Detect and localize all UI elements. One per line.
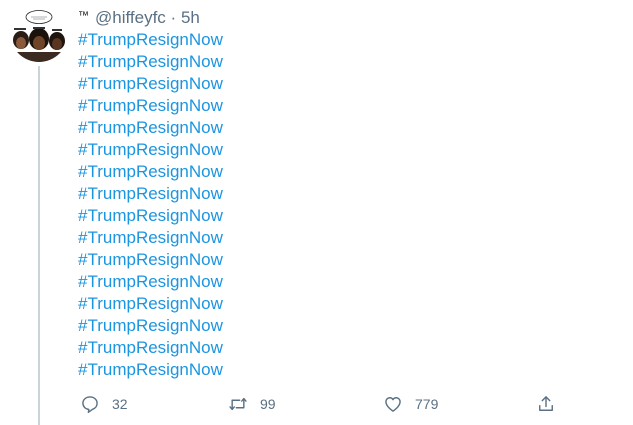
hashtag-link[interactable]: #TrumpResignNow [78, 183, 223, 205]
share-icon [539, 396, 553, 411]
retweet-button[interactable]: 99 [228, 392, 276, 416]
avatar-illustration [12, 10, 66, 62]
thread-line [38, 66, 40, 425]
heart-icon [385, 397, 401, 412]
hashtag-link[interactable]: #TrumpResignNow [78, 293, 223, 315]
header-separator: · [170, 8, 177, 27]
like-count: 779 [415, 396, 439, 412]
hashtag-link[interactable]: #TrumpResignNow [78, 95, 223, 117]
retweet-icon [229, 397, 247, 411]
tweet-header: ™ @hiffeyfc · 5h [78, 5, 200, 29]
hashtag-link[interactable]: #TrumpResignNow [78, 337, 223, 359]
tweet-text: #TrumpResignNow #TrumpResignNow #TrumpRe… [78, 29, 223, 381]
reply-button[interactable]: 32 [80, 392, 128, 416]
display-name[interactable]: ™ [78, 10, 89, 22]
user-handle[interactable]: @hiffeyfc [95, 8, 166, 27]
share-button[interactable] [536, 392, 556, 416]
hashtag-link[interactable]: #TrumpResignNow [78, 205, 223, 227]
hashtag-link[interactable]: #TrumpResignNow [78, 249, 223, 271]
hashtag-link[interactable]: #TrumpResignNow [78, 73, 223, 95]
avatar[interactable] [10, 4, 68, 62]
hashtag-link[interactable]: #TrumpResignNow [78, 161, 223, 183]
tweet: ™ @hiffeyfc · 5h #TrumpResignNow #TrumpRe… [0, 0, 633, 425]
reply-icon [82, 396, 98, 414]
hashtag-link[interactable]: #TrumpResignNow [78, 359, 223, 381]
tweet-timestamp[interactable]: 5h [181, 8, 200, 27]
hashtag-link[interactable]: #TrumpResignNow [78, 315, 223, 337]
retweet-count: 99 [260, 396, 276, 412]
hashtag-link[interactable]: #TrumpResignNow [78, 117, 223, 139]
hashtag-link[interactable]: #TrumpResignNow [78, 29, 223, 51]
hashtag-link[interactable]: #TrumpResignNow [78, 271, 223, 293]
tweet-actions: 32 99 779 [78, 392, 598, 416]
hashtag-link[interactable]: #TrumpResignNow [78, 227, 223, 249]
hashtag-link[interactable]: #TrumpResignNow [78, 51, 223, 73]
hashtag-link[interactable]: #TrumpResignNow [78, 139, 223, 161]
reply-count: 32 [112, 396, 128, 412]
like-button[interactable]: 779 [383, 392, 438, 416]
